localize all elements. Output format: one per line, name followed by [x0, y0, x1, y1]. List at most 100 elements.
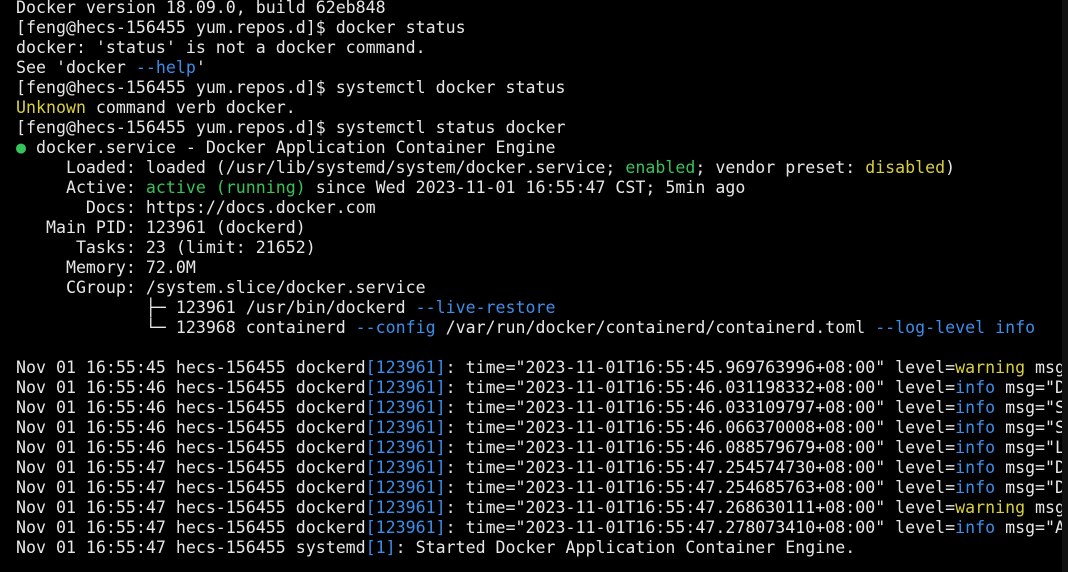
terminal-text: ' [195, 58, 206, 77]
terminal-line: CGroup: /system.slice/docker.service [16, 278, 426, 298]
terminal-text: [123961] [365, 378, 446, 397]
terminal-text: : time="2023-11-01T16:55:47.278073410+08… [445, 518, 956, 537]
terminal-text: Active: [16, 178, 146, 197]
terminal-text: msg="Lo [995, 438, 1068, 457]
terminal-text: [123961] [365, 458, 446, 477]
terminal-line: Nov 01 16:55:46 hecs-156455 dockerd[1239… [16, 398, 1068, 418]
terminal-text: ├─ 123961 /usr/bin/dockerd [16, 298, 416, 317]
terminal-text: msg="Se [995, 398, 1068, 417]
terminal-line: Active: active (running) since Wed 2023-… [16, 178, 745, 198]
terminal-text: Docker version 18.09.0, build 62eb848 [16, 0, 386, 17]
terminal-text: msg="AP [995, 518, 1068, 537]
terminal-line: [feng@hecs-156455 yum.repos.d]$ systemct… [16, 118, 565, 138]
terminal-line: Tasks: 23 (limit: 21652) [16, 238, 316, 258]
terminal-text: info [955, 378, 996, 397]
terminal-text: [feng@hecs-156455 yum.repos.d]$ systemct… [16, 78, 566, 97]
terminal-text: Nov 01 16:55:46 hecs-156455 dockerd [16, 438, 366, 457]
terminal-text: msg="Do [995, 378, 1068, 397]
terminal-line: Loaded: loaded (/usr/lib/systemd/system/… [16, 158, 955, 178]
terminal-text: msg="Da [995, 478, 1068, 497]
docs-link[interactable]: https://docs.docker.com [146, 198, 376, 217]
terminal-text: Nov 01 16:55:47 hecs-156455 dockerd [16, 478, 366, 497]
terminal-text: Main PID: 123961 (dockerd) [16, 218, 306, 237]
terminal-line: ├─ 123961 /usr/bin/dockerd --live-restor… [16, 298, 556, 318]
terminal-line: docker: 'status' is not a docker command… [16, 38, 426, 58]
terminal-line: Nov 01 16:55:47 hecs-156455 dockerd[1239… [16, 478, 1068, 498]
terminal-text: command verb docker. [85, 98, 296, 117]
terminal-text: [123961] [365, 418, 446, 437]
terminal-line: Main PID: 123961 (dockerd) [16, 218, 306, 238]
terminal-text: Nov 01 16:55:46 hecs-156455 dockerd [16, 418, 366, 437]
terminal-line: Nov 01 16:55:47 hecs-156455 systemd[1]: … [16, 538, 855, 558]
terminal-text: [1] [365, 538, 396, 557]
terminal-line: └─ 123968 containerd --config /var/run/d… [16, 318, 1035, 338]
terminal-text: info [955, 438, 996, 457]
terminal-text: : time="2023-11-01T16:55:46.066370008+08… [445, 418, 956, 437]
terminal-text: --config [355, 318, 436, 337]
terminal-text: Docs: [16, 198, 146, 217]
terminal-text: [feng@hecs-156455 yum.repos.d]$ docker s… [16, 18, 466, 37]
terminal-text: [123961] [365, 478, 446, 497]
terminal-text: enabled [625, 158, 696, 177]
terminal-text: docker.service - Docker Application Cont… [26, 138, 556, 157]
terminal-text: warning [955, 358, 1026, 377]
terminal-line: Nov 01 16:55:46 hecs-156455 dockerd[1239… [16, 378, 1068, 398]
terminal-text: : time="2023-11-01T16:55:47.254574730+08… [445, 458, 956, 477]
terminal-text: Nov 01 16:55:45 hecs-156455 dockerd [16, 358, 366, 377]
terminal-text: ● [16, 138, 26, 157]
terminal-text: : time="2023-11-01T16:55:47.268630111+08… [445, 498, 956, 517]
terminal-line: Docs: https://docs.docker.com [16, 198, 376, 218]
terminal-text: : time="2023-11-01T16:55:46.033109797+08… [445, 398, 956, 417]
terminal-line: Nov 01 16:55:47 hecs-156455 dockerd[1239… [16, 518, 1068, 538]
terminal-text: info [955, 478, 996, 497]
terminal-text: [123961] [365, 398, 446, 417]
terminal-text: : time="2023-11-01T16:55:46.088579679+08… [445, 438, 956, 457]
terminal-text: warning [955, 498, 1026, 517]
terminal-line: Docker version 18.09.0, build 62eb848 [16, 0, 386, 18]
terminal-text: msg="De [995, 458, 1068, 477]
terminal-line: ● docker.service - Docker Application Co… [16, 138, 556, 158]
terminal-line: See 'docker --help' [16, 58, 206, 78]
terminal-line: Nov 01 16:55:46 hecs-156455 dockerd[1239… [16, 418, 1068, 438]
terminal-text: Nov 01 16:55:47 hecs-156455 dockerd [16, 498, 366, 517]
terminal-text: active (running) [145, 178, 306, 197]
terminal-text: info [955, 418, 996, 437]
terminal-text: Nov 01 16:55:47 hecs-156455 dockerd [16, 458, 366, 477]
terminal-line: [feng@hecs-156455 yum.repos.d]$ docker s… [16, 18, 466, 38]
terminal-text: /var/run/docker/containerd/containerd.to… [435, 318, 876, 337]
terminal-text: Nov 01 16:55:47 hecs-156455 dockerd [16, 518, 366, 537]
terminal-text: --help [135, 58, 196, 77]
terminal-window[interactable]: Docker version 18.09.0, build 62eb848 [fe… [0, 0, 1068, 572]
terminal-text: Memory: 72.0M [16, 258, 196, 277]
terminal-text: since Wed 2023-11-01 16:55:47 CST; 5min … [305, 178, 746, 197]
terminal-text: ; vendor preset: [695, 158, 866, 177]
terminal-text: Nov 01 16:55:46 hecs-156455 dockerd [16, 378, 366, 397]
terminal-text: [123961] [365, 498, 446, 517]
terminal-text: Loaded: loaded (/usr/lib/systemd/system/… [16, 158, 626, 177]
terminal-text: docker: 'status' is not a docker command… [16, 38, 426, 57]
terminal-text: [123961] [365, 518, 446, 537]
terminal-text: : Started Docker Application Container E… [395, 538, 856, 557]
terminal-text: info [955, 518, 996, 537]
terminal-text: [feng@hecs-156455 yum.repos.d]$ systemct… [16, 118, 566, 137]
scrollbar[interactable] [1062, 0, 1068, 572]
terminal-text: [123961] [365, 438, 446, 457]
terminal-text: : time="2023-11-01T16:55:45.969763996+08… [445, 358, 956, 377]
terminal-text: Nov 01 16:55:47 hecs-156455 systemd [16, 538, 366, 557]
terminal-text: info [995, 318, 1036, 337]
terminal-text: Nov 01 16:55:46 hecs-156455 dockerd [16, 398, 366, 417]
terminal-text: info [955, 458, 996, 477]
terminal-text: CGroup: /system.slice/docker.service [16, 278, 426, 297]
terminal-text: : time="2023-11-01T16:55:47.254685763+08… [445, 478, 956, 497]
terminal-text: └─ 123968 containerd [16, 318, 356, 337]
terminal-text: Unknown [16, 98, 86, 117]
terminal-line: Unknown command verb docker. [16, 98, 296, 118]
terminal-text: ) [945, 158, 956, 177]
terminal-text: [123961] [365, 358, 446, 377]
terminal-text: disabled [865, 158, 946, 177]
terminal-line: Memory: 72.0M [16, 258, 196, 278]
terminal-text: See 'docker [16, 58, 136, 77]
terminal-text: : time="2023-11-01T16:55:46.031198332+08… [445, 378, 956, 397]
terminal-line: Nov 01 16:55:46 hecs-156455 dockerd[1239… [16, 438, 1068, 458]
